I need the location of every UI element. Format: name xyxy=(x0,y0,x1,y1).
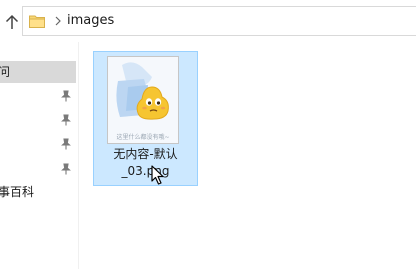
nav-item-0[interactable]: 问 xyxy=(0,61,76,83)
nav-item-3[interactable] xyxy=(0,133,76,155)
up-button[interactable] xyxy=(3,12,21,32)
file-name-label[interactable]: 无内容-默认 _03.png xyxy=(94,146,197,180)
nav-item-label: 问 xyxy=(0,65,11,79)
empty-state-emoji-icon xyxy=(116,62,169,120)
pane-divider[interactable] xyxy=(78,42,79,269)
file-item-selected[interactable]: 这里什么都没有哦~ 无内容-默认 _03.png xyxy=(93,51,198,186)
mouse-cursor-icon xyxy=(151,165,164,185)
file-thumbnail: 这里什么都没有哦~ xyxy=(107,56,179,144)
address-bar-row: images xyxy=(0,0,416,42)
file-name-line-1: 无内容-默认 xyxy=(113,147,178,161)
nav-item-2[interactable] xyxy=(0,109,76,131)
nav-item-4[interactable] xyxy=(0,158,76,180)
nav-item-1[interactable] xyxy=(0,85,76,107)
navigation-pane: 问 事百科 xyxy=(0,42,78,269)
pin-icon xyxy=(61,90,71,102)
arrow-up-icon xyxy=(5,14,19,29)
pin-icon xyxy=(61,138,71,150)
folder-icon xyxy=(29,15,45,28)
address-bar[interactable]: images xyxy=(22,6,416,36)
nav-item-label: 事百科 xyxy=(0,185,35,199)
file-list-area[interactable]: 这里什么都没有哦~ 无内容-默认 _03.png xyxy=(80,42,416,269)
nav-item-5[interactable]: 事百科 xyxy=(0,181,76,203)
path-segment-images[interactable]: images xyxy=(67,13,114,29)
pin-icon xyxy=(61,114,71,126)
chevron-right-icon[interactable] xyxy=(53,16,63,26)
thumbnail-caption: 这里什么都没有哦~ xyxy=(116,134,170,141)
file-name-line-2: _03.png xyxy=(121,164,170,178)
pin-icon xyxy=(61,163,71,175)
